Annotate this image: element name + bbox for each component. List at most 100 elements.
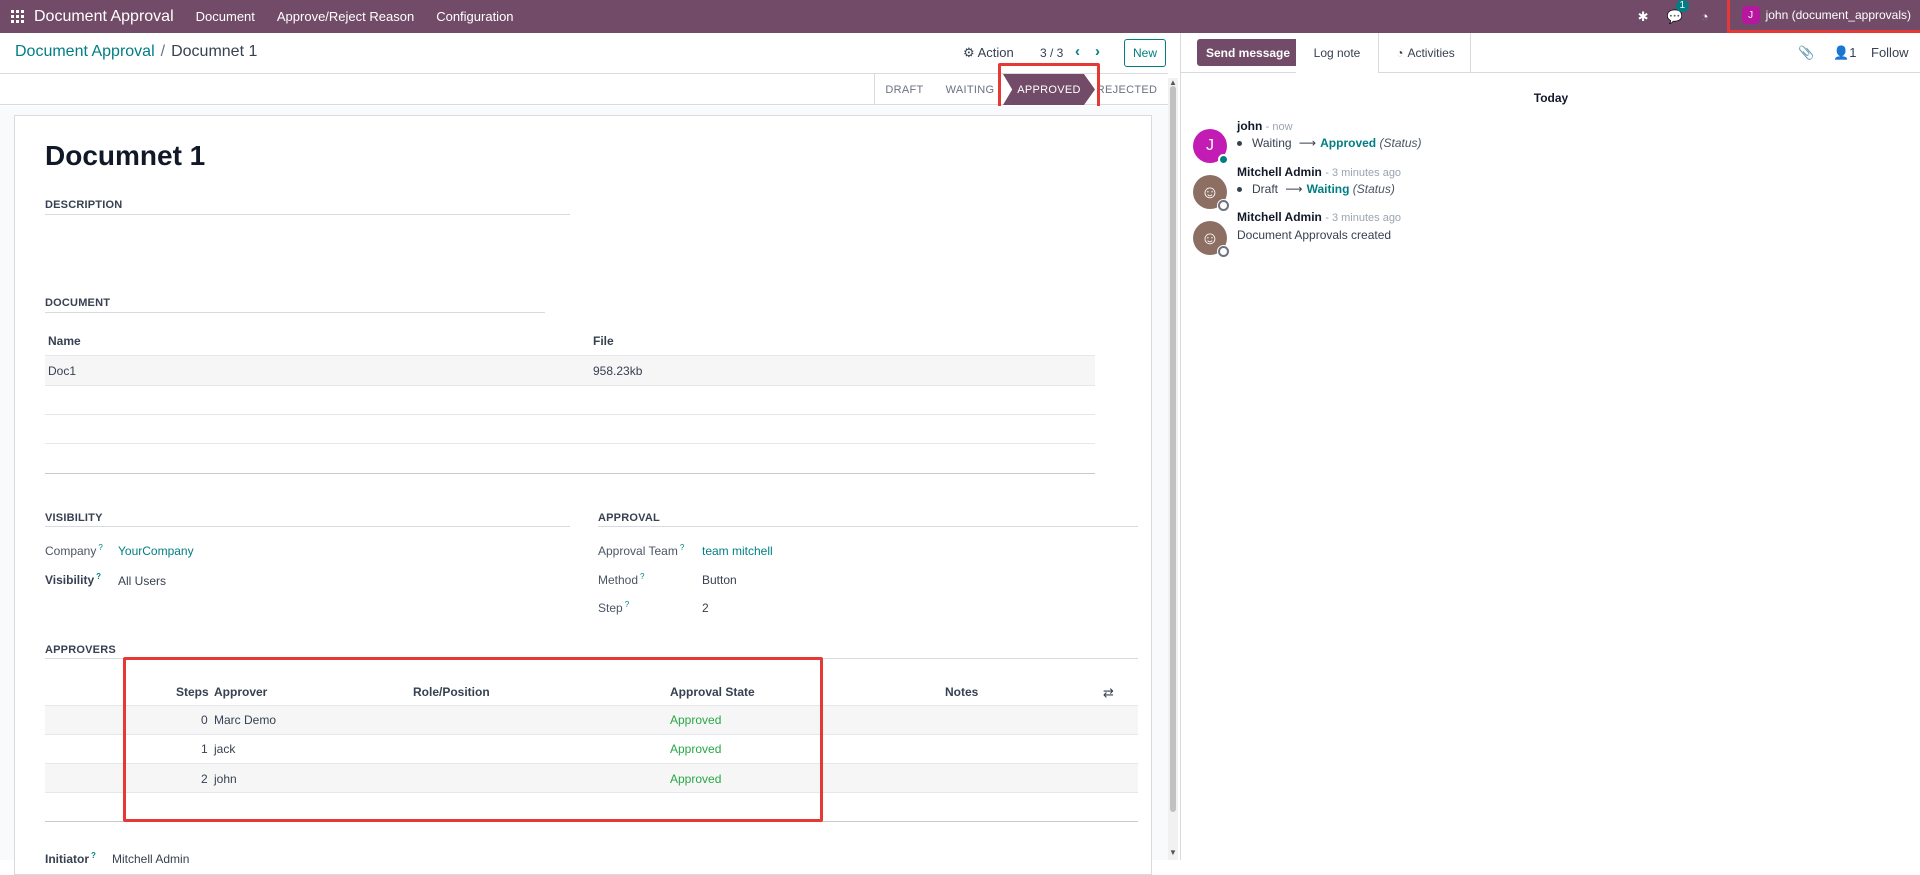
paperclip-icon[interactable]: 📎 <box>1798 45 1814 61</box>
pager-next-icon[interactable]: › <box>1095 43 1100 60</box>
help-icon[interactable]: ? <box>96 572 101 581</box>
approval-team-label: Approval Team? <box>598 543 685 558</box>
arrow-right-icon: ⟶ <box>1298 136 1317 150</box>
person-icon: 👤 <box>1833 45 1850 60</box>
followers-button[interactable]: 👤1 <box>1833 45 1856 61</box>
table-divider <box>45 385 1095 386</box>
tracking-new-value: Waiting <box>1306 182 1350 196</box>
away-status-icon <box>1218 246 1229 257</box>
message-time: - now <box>1265 121 1293 133</box>
help-icon[interactable]: ? <box>680 543 684 552</box>
table-divider <box>45 443 1095 444</box>
menu-approve-reject-reason[interactable]: Approve/Reject Reason <box>277 9 414 24</box>
visibility-label: Visibility? <box>45 572 102 587</box>
pager-value[interactable]: 3 / 3 <box>1040 46 1063 60</box>
company-value[interactable]: YourCompany <box>118 544 194 558</box>
tracking-old-value: Draft <box>1252 182 1279 196</box>
activity-clock-icon[interactable]: ◔ <box>1701 9 1709 24</box>
chat-icon[interactable]: 💬 1 <box>1667 0 1690 25</box>
user-name: john (document_approvals) <box>1765 8 1911 22</box>
person-photo-icon: ☺ <box>1200 227 1220 248</box>
help-icon[interactable]: ? <box>640 572 644 581</box>
avatar[interactable]: ☺ <box>1193 221 1229 257</box>
user-menu[interactable]: J john (document_approvals) <box>1726 0 1920 33</box>
menu-configuration[interactable]: Configuration <box>436 9 513 24</box>
method-value[interactable]: Button <box>702 573 737 587</box>
message-author[interactable]: john - now <box>1237 119 1293 133</box>
scroll-thumb[interactable] <box>1170 86 1176 812</box>
table-row[interactable] <box>45 356 1095 385</box>
message-tracking: Draft ⟶ Waiting (Status) <box>1237 182 1395 196</box>
away-status-icon <box>1218 200 1229 211</box>
table-divider <box>45 414 1095 415</box>
step-label: Step? <box>598 600 630 615</box>
chatter-topbar: Send message Log note ◔ Activities 📎 👤1 … <box>1181 33 1920 73</box>
doc-row-name[interactable]: Doc1 <box>48 364 76 378</box>
message-author[interactable]: Mitchell Admin - 3 minutes ago <box>1237 165 1401 179</box>
initiator-value[interactable]: Mitchell Admin <box>112 852 189 866</box>
document-title[interactable]: Documnet 1 <box>45 140 205 172</box>
help-icon[interactable]: ? <box>625 600 629 609</box>
doc-col-name[interactable]: Name <box>48 334 81 348</box>
breadcrumb: Document Approval / Documnet 1 <box>15 43 257 61</box>
doc-row-file[interactable]: 958.23kb <box>593 364 642 378</box>
visibility-divider <box>45 526 570 527</box>
new-button[interactable]: New <box>1124 39 1166 67</box>
activities-button[interactable]: ◔ Activities <box>1381 33 1471 73</box>
step-value[interactable]: 2 <box>702 601 709 615</box>
bullet <box>1237 141 1242 147</box>
document-divider <box>45 312 545 313</box>
help-icon[interactable]: ? <box>91 851 96 860</box>
bullet <box>1237 187 1242 193</box>
chatter-panel: Send message Log note ◔ Activities 📎 👤1 … <box>1180 33 1920 860</box>
tracking-new-value: Approved <box>1320 136 1377 150</box>
breadcrumb-parent[interactable]: Document Approval <box>15 43 155 60</box>
company-label: Company? <box>45 543 103 558</box>
arrow-right-icon: ⟶ <box>1285 182 1303 196</box>
send-message-button[interactable]: Send message <box>1197 39 1300 66</box>
approvers-section-title: APPROVERS <box>45 644 116 656</box>
message-tracking: Waiting ⟶ Approved (Status) <box>1237 136 1422 150</box>
breadcrumb-separator: / <box>160 43 166 60</box>
menu-document[interactable]: Document <box>196 9 255 24</box>
scroll-down-icon[interactable]: ▼ <box>1169 848 1177 857</box>
clock-icon: ◔ <box>1396 46 1404 60</box>
approval-team-value[interactable]: team mitchell <box>702 544 773 558</box>
tracking-field: (Status) <box>1379 136 1422 150</box>
status-bar: DRAFT WAITING APPROVED REJECTED <box>0 73 1168 105</box>
avatar[interactable]: J <box>1193 129 1229 165</box>
visibility-value[interactable]: All Users <box>118 574 166 588</box>
form-scrollbar[interactable]: ▲ ▼ <box>1168 78 1178 860</box>
visibility-section-title: VISIBILITY <box>45 512 103 524</box>
follow-button[interactable]: Follow <box>1871 45 1909 60</box>
stage-rejected[interactable]: REJECTED <box>1093 74 1161 105</box>
apps-menu-icon[interactable] <box>0 0 34 33</box>
column-settings-icon[interactable]: ⇄ <box>1103 685 1114 701</box>
avatar[interactable]: ☺ <box>1193 175 1229 211</box>
document-section-title: DOCUMENT <box>45 297 111 309</box>
avatar-initial: J <box>1206 137 1214 154</box>
approval-section-title: APPROVAL <box>598 512 660 524</box>
top-navbar: Document Approval Document Approve/Rejec… <box>0 0 1920 33</box>
stage-draft[interactable]: DRAFT <box>874 74 934 105</box>
action-menu-button[interactable]: ⚙ Action <box>963 45 1014 61</box>
person-photo-icon: ☺ <box>1200 181 1220 202</box>
message-author[interactable]: Mitchell Admin - 3 minutes ago <box>1237 210 1401 224</box>
breadcrumb-current: Documnet 1 <box>171 43 258 60</box>
approvers-col-notes[interactable]: Notes <box>945 685 978 699</box>
app-brand[interactable]: Document Approval <box>34 8 174 26</box>
form-background: Documnet 1 DESCRIPTION DOCUMENT Name Fil… <box>0 106 1170 875</box>
debug-bug-icon[interactable]: ✱ <box>1638 9 1649 25</box>
stage-waiting[interactable]: WAITING <box>934 74 1006 105</box>
description-section-title: DESCRIPTION <box>45 199 123 211</box>
initiator-label: Initiator? <box>45 851 96 866</box>
help-icon[interactable]: ? <box>98 543 102 552</box>
gear-icon: ⚙ <box>963 45 975 60</box>
description-divider <box>45 214 570 215</box>
table-divider <box>45 473 1095 474</box>
pager-previous-icon[interactable]: ‹ <box>1075 43 1080 60</box>
online-status-icon <box>1218 154 1229 165</box>
message-body: Document Approvals created <box>1237 228 1392 242</box>
log-note-button[interactable]: Log note <box>1296 33 1379 73</box>
doc-col-file[interactable]: File <box>593 334 614 348</box>
